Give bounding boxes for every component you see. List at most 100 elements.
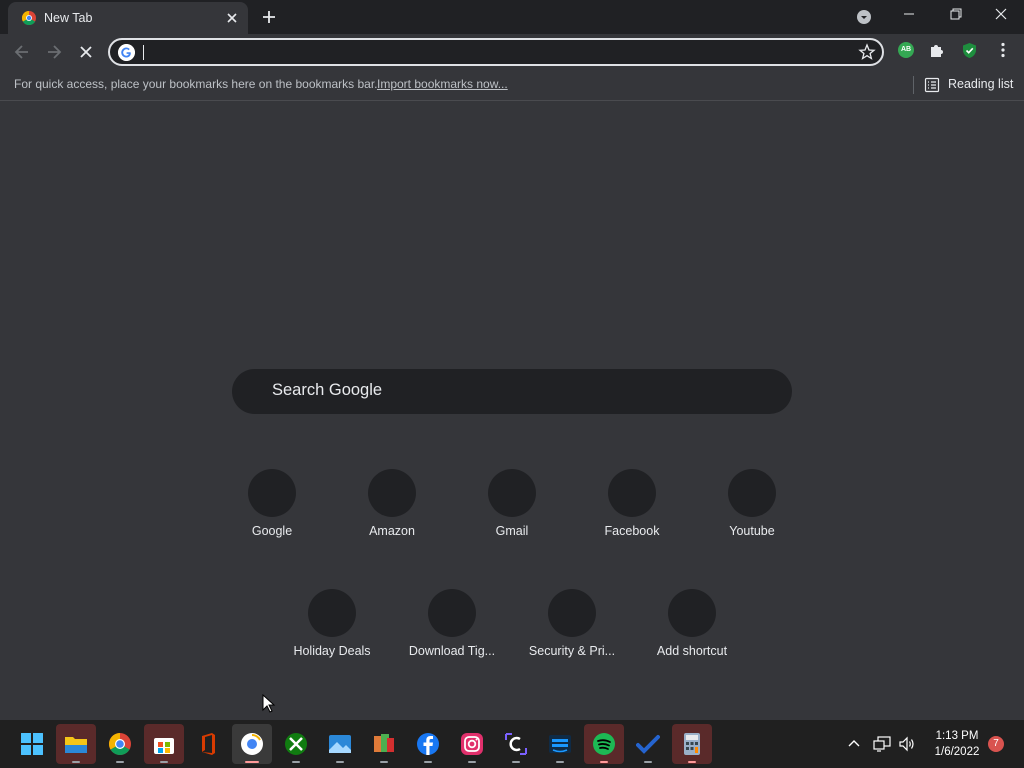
shortcut-label: Youtube (729, 524, 775, 538)
taskbar: 1:13 PM 1/6/2022 7 (0, 720, 1024, 768)
shortcut-label: Security & Pri... (528, 644, 616, 658)
taskbar-calculator[interactable] (672, 724, 712, 764)
close-tab-icon[interactable] (223, 9, 241, 27)
taskbar-chrome[interactable] (100, 724, 140, 764)
taskbar-photos[interactable] (320, 724, 360, 764)
shortcut-label: Google (251, 524, 293, 538)
shortcut-icon (368, 469, 416, 517)
spotify-icon (593, 733, 615, 755)
forward-button[interactable] (42, 40, 66, 64)
running-indicator (72, 761, 80, 763)
add-shortcut-button[interactable]: Add shortcut (636, 589, 748, 679)
minimize-button[interactable] (886, 0, 932, 32)
prime-video-icon (549, 735, 571, 753)
taskbar-chrome-active[interactable] (232, 724, 272, 764)
office-icon (202, 733, 215, 755)
google-search-box[interactable]: Search Google (232, 369, 792, 414)
title-bar: New Tab (0, 0, 1024, 34)
active-indicator (245, 761, 259, 763)
taskbar-office[interactable] (188, 724, 228, 764)
taskbar-spotify[interactable] (584, 724, 624, 764)
shortcut-icon (608, 469, 656, 517)
running-indicator (336, 761, 344, 763)
shortcut-icon (308, 589, 356, 637)
import-bookmarks-link[interactable]: Import bookmarks now... (377, 77, 508, 91)
shortcut-security[interactable]: Security & Pri... (516, 589, 628, 679)
volume-icon[interactable] (897, 734, 917, 754)
back-button[interactable] (10, 40, 34, 64)
chrome-favicon-icon (22, 11, 36, 25)
shortcut-holiday-deals[interactable]: Holiday Deals (276, 589, 388, 679)
shortcut-icon (248, 469, 296, 517)
shortcut-google[interactable]: Google (216, 469, 328, 559)
tab-title: New Tab (44, 11, 93, 25)
mouse-cursor-icon (262, 694, 276, 713)
search-placeholder: Search Google (272, 381, 383, 399)
tab-new-tab[interactable]: New Tab (8, 2, 248, 34)
taskbar-file-explorer[interactable] (56, 724, 96, 764)
running-indicator (380, 761, 388, 763)
shortcut-label: Facebook (604, 524, 660, 538)
running-indicator (688, 761, 696, 763)
taskbar-clipchamp[interactable] (496, 724, 536, 764)
bookmarks-separator (913, 76, 914, 94)
taskbar-microsoft-store[interactable] (144, 724, 184, 764)
show-hidden-icons-icon[interactable] (845, 735, 863, 753)
shortcut-download[interactable]: Download Tig... (396, 589, 508, 679)
chrome-menu-icon[interactable] (994, 41, 1012, 59)
bookmark-star-icon[interactable] (858, 43, 876, 61)
todo-icon (636, 735, 660, 754)
facebook-icon (417, 733, 439, 755)
shortcut-icon (728, 469, 776, 517)
shortcut-icon (488, 469, 536, 517)
chrome-icon (109, 733, 131, 755)
file-explorer-icon (65, 737, 87, 753)
restore-button[interactable] (932, 0, 978, 32)
calculator-icon (684, 733, 700, 755)
taskbar-xbox[interactable] (276, 724, 316, 764)
running-indicator (292, 761, 300, 763)
new-tab-button[interactable] (258, 6, 280, 28)
running-indicator (600, 761, 608, 763)
shortcut-label: Download Tig... (408, 644, 496, 658)
shortcut-youtube[interactable]: Youtube (696, 469, 808, 559)
shortcut-label: Amazon (369, 524, 415, 538)
shortcut-amazon[interactable]: Amazon (336, 469, 448, 559)
taskbar-instagram[interactable] (452, 724, 492, 764)
xbox-icon (285, 733, 307, 755)
running-indicator (160, 761, 168, 763)
taskbar-todo[interactable] (628, 724, 668, 764)
extensions-puzzle-icon[interactable] (928, 41, 946, 59)
clipchamp-icon (505, 733, 527, 755)
shortcut-label: Gmail (495, 524, 529, 538)
system-clock[interactable]: 1:13 PM 1/6/2022 (924, 728, 990, 760)
clock-date: 1/6/2022 (934, 746, 980, 758)
shortcut-icon (548, 589, 596, 637)
shield-check-extension-icon[interactable] (961, 42, 978, 59)
chrome-canary-icon (241, 733, 263, 755)
shortcut-gmail[interactable]: Gmail (456, 469, 568, 559)
taskbar-facebook[interactable] (408, 724, 448, 764)
running-indicator (116, 761, 124, 763)
photos-icon (329, 735, 351, 753)
stop-loading-button[interactable] (74, 40, 98, 64)
close-window-button[interactable] (978, 0, 1024, 32)
running-indicator (644, 761, 652, 763)
tab-search-icon[interactable] (853, 6, 875, 28)
notification-badge[interactable]: 7 (988, 736, 1004, 752)
network-icon[interactable] (872, 734, 892, 754)
start-button[interactable] (12, 724, 52, 764)
bookmarks-hint: For quick access, place your bookmarks h… (14, 77, 378, 91)
adblock-extension-icon[interactable]: AB (898, 42, 914, 58)
taskbar-prime-video[interactable] (540, 724, 580, 764)
shortcut-facebook[interactable]: Facebook (576, 469, 688, 559)
taskbar-app[interactable] (364, 724, 404, 764)
text-cursor (143, 45, 144, 60)
running-indicator (424, 761, 432, 763)
bookmarks-bar: For quick access, place your bookmarks h… (0, 70, 1024, 101)
app-icon (374, 734, 394, 752)
add-shortcut-icon (668, 589, 716, 637)
google-g-icon (118, 44, 135, 61)
address-bar[interactable] (108, 38, 884, 66)
running-indicator (556, 761, 564, 763)
